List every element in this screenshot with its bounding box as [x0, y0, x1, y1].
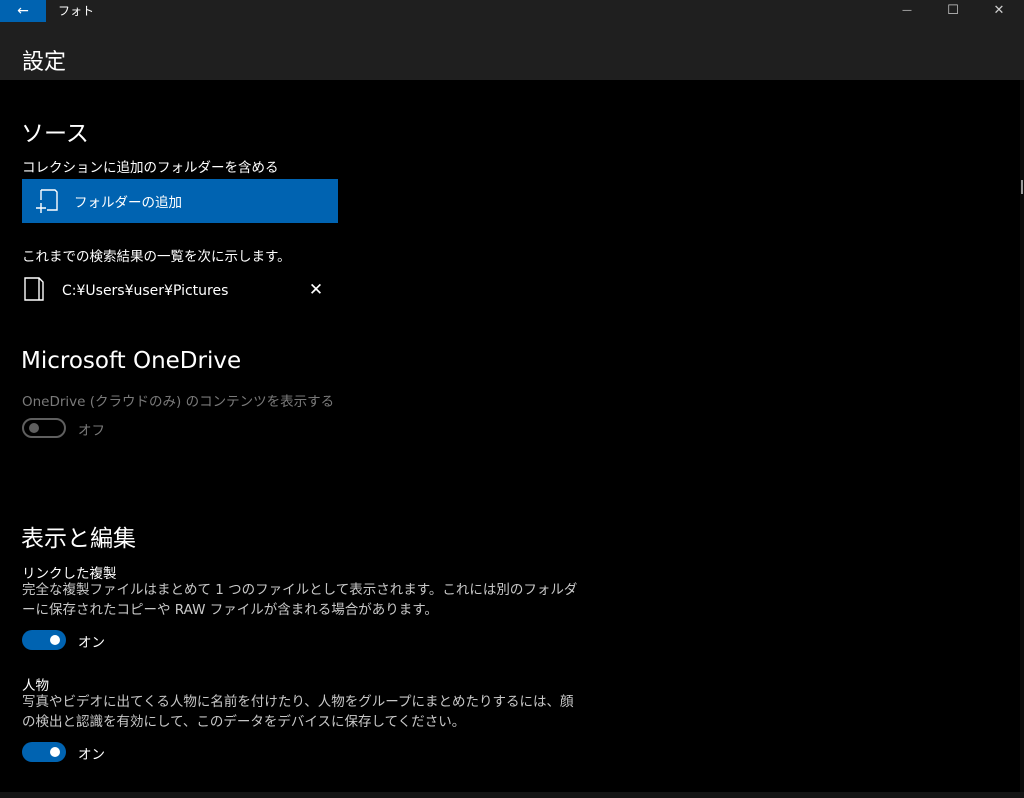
linked-duplicates-toggle[interactable] [22, 630, 66, 650]
onedrive-toggle-label: オフ [78, 423, 105, 439]
maximize-icon: ☐ [947, 2, 959, 18]
people-toggle[interactable] [22, 742, 66, 762]
window-bottom-edge [0, 792, 1024, 798]
back-button[interactable]: ← [0, 0, 46, 22]
add-folder-button[interactable]: フォルダーの追加 [22, 179, 338, 223]
toggle-knob [29, 423, 39, 433]
maximize-button[interactable]: ☐ [930, 0, 976, 20]
viewing-heading: 表示と編集 [21, 526, 136, 552]
back-arrow-icon: ← [17, 3, 29, 19]
scrollbar-thumb[interactable] [1021, 180, 1023, 194]
onedrive-description: OneDrive (クラウドのみ) のコンテンツを表示する [22, 394, 335, 410]
settings-content: ソース コレクションに追加のフォルダーを含める フォルダーの追加 これまでの検索… [0, 80, 1020, 792]
remove-icon: ✕ [308, 280, 324, 300]
folder-icon [22, 276, 46, 306]
add-folder-label: フォルダーの追加 [74, 195, 182, 211]
minimize-button[interactable]: — [884, 0, 930, 20]
app-title: フォト [58, 4, 95, 18]
people-description: 写真やビデオに出てくる人物に名前を付けたり、人物をグループにまとめたりするには、… [22, 694, 574, 730]
linked-duplicates-toggle-label: オン [78, 635, 105, 651]
onedrive-heading: Microsoft OneDrive [21, 348, 242, 374]
onedrive-toggle[interactable] [22, 418, 66, 438]
title-bar: ← フォト — ☐ ✕ 設定 [0, 0, 1024, 80]
folder-path: C:¥Users¥user¥Pictures [62, 283, 229, 299]
close-icon: ✕ [993, 2, 1005, 18]
toggle-knob [50, 747, 60, 757]
include-folders-label: コレクションに追加のフォルダーを含める [22, 160, 279, 176]
people-toggle-label: オン [78, 747, 105, 763]
sources-heading: ソース [21, 121, 89, 147]
linked-duplicates-title: リンクした複製 [22, 566, 117, 582]
folder-list-item: C:¥Users¥user¥Pictures [22, 276, 332, 306]
remove-folder-button[interactable]: ✕ [307, 280, 325, 300]
toggle-knob [50, 635, 60, 645]
linked-duplicates-description: 完全な複製ファイルはまとめて 1 つのファイルとして表示されます。これには別のフ… [22, 582, 578, 618]
minimize-icon: — [902, 4, 912, 16]
add-folder-icon [22, 188, 74, 214]
results-label: これまでの検索結果の一覧を次に示します。 [22, 249, 291, 265]
page-title: 設定 [22, 50, 67, 75]
close-button[interactable]: ✕ [976, 0, 1022, 20]
people-title: 人物 [22, 678, 49, 694]
